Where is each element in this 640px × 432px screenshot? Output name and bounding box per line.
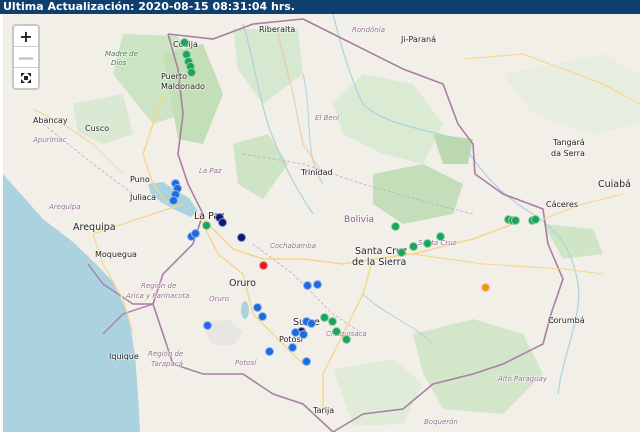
city-label-tangara: Tangará <box>553 138 585 147</box>
station-marker[interactable] <box>298 329 308 339</box>
region-label-madre-de-dios-2: Dios <box>111 59 127 67</box>
station-marker[interactable] <box>179 37 189 47</box>
city-label-arequipa: Arequipa <box>73 222 116 233</box>
region-label-apurimac: Apurímac <box>33 136 67 144</box>
region-label-potosi: Potosí <box>235 359 257 367</box>
region-label-madre-de-dios: Madre de <box>105 50 138 58</box>
region-label-cochabamba: Cochabamba <box>270 242 317 250</box>
map-view[interactable]: Cobija Madre de Dios Puerto Maldonado Ri… <box>3 14 640 432</box>
city-label-maldonado: Maldonado <box>161 82 205 91</box>
region-label-arequipa: Arequipa <box>49 203 81 211</box>
station-marker[interactable] <box>408 241 418 251</box>
fullscreen-icon <box>21 73 31 83</box>
region-label-el-beni: El Beni <box>315 114 340 122</box>
region-label-arica-2: Arica y Parinacota <box>126 292 190 300</box>
station-marker[interactable] <box>301 356 311 366</box>
region-label-oruro: Oruro <box>209 295 229 303</box>
city-label-corumba: Corumbá <box>548 316 585 325</box>
zoom-control: + — <box>12 24 40 90</box>
city-label-oruro: Oruro <box>229 278 256 289</box>
country-label-bolivia: Bolivia <box>344 215 375 225</box>
station-marker[interactable] <box>236 232 246 242</box>
region-label-boqueron: Boquerón <box>424 418 458 426</box>
city-label-cusco: Cusco <box>85 124 110 133</box>
city-label-moquegua: Moquegua <box>95 250 137 259</box>
zoom-out-button[interactable]: — <box>14 47 38 68</box>
zoom-extent-button[interactable] <box>14 68 38 88</box>
station-marker[interactable] <box>190 228 200 238</box>
city-label-caceres: Cáceres <box>546 200 579 209</box>
city-label-juliaca: Juliaca <box>130 193 157 202</box>
station-marker[interactable] <box>327 316 337 326</box>
region-label-rondonia: Rondônia <box>352 26 385 34</box>
station-marker[interactable] <box>530 214 540 224</box>
station-marker[interactable] <box>331 326 341 336</box>
region-label-la-paz: La Paz <box>199 167 222 175</box>
station-marker[interactable] <box>258 260 268 270</box>
station-marker[interactable] <box>302 280 312 290</box>
station-marker[interactable] <box>257 311 267 321</box>
city-label-puerto: Puerto <box>161 72 187 81</box>
station-marker[interactable] <box>510 215 520 225</box>
region-label-alto-paraguay: Alto Paraguay <box>498 375 547 383</box>
city-label-da-serra: da Serra <box>551 149 585 158</box>
station-marker[interactable] <box>312 279 322 289</box>
station-marker[interactable] <box>390 221 400 231</box>
station-marker[interactable] <box>252 302 262 312</box>
city-label-santa-cruz-2: de la Sierra <box>352 257 407 268</box>
station-marker[interactable] <box>435 231 445 241</box>
city-label-riberalta: Riberalta <box>259 25 296 34</box>
city-label-iquique: Iquique <box>109 352 139 361</box>
city-label-puno: Puno <box>130 175 150 184</box>
region-label-tarapaca-2: Tarapacá <box>151 360 183 368</box>
city-label-abancay: Abancay <box>33 116 68 125</box>
station-marker[interactable] <box>287 342 297 352</box>
city-label-tarija: Tarija <box>313 406 335 415</box>
zoom-in-button[interactable]: + <box>14 26 38 47</box>
city-label-ji-parana: Ji-Paraná <box>401 35 436 44</box>
region-label-tarapaca-1: Región de <box>148 350 184 358</box>
update-timestamp-bar: Ultima Actualización: 2020-08-15 08:31:0… <box>0 0 640 14</box>
station-marker[interactable] <box>217 217 227 227</box>
region-label-arica-1: Región de <box>141 282 177 290</box>
station-marker[interactable] <box>202 320 212 330</box>
station-marker[interactable] <box>201 220 211 230</box>
city-label-trinidad: Trinidad <box>301 168 333 177</box>
station-marker[interactable] <box>306 318 316 328</box>
station-marker[interactable] <box>480 282 490 292</box>
update-timestamp: Ultima Actualización: 2020-08-15 08:31:0… <box>3 0 295 13</box>
station-marker[interactable] <box>341 334 351 344</box>
station-marker[interactable] <box>396 247 406 257</box>
station-marker[interactable] <box>186 67 196 77</box>
station-marker[interactable] <box>422 238 432 248</box>
station-marker[interactable] <box>264 346 274 356</box>
station-marker[interactable] <box>168 195 178 205</box>
city-label-cuiaba: Cuiabá <box>598 179 631 190</box>
